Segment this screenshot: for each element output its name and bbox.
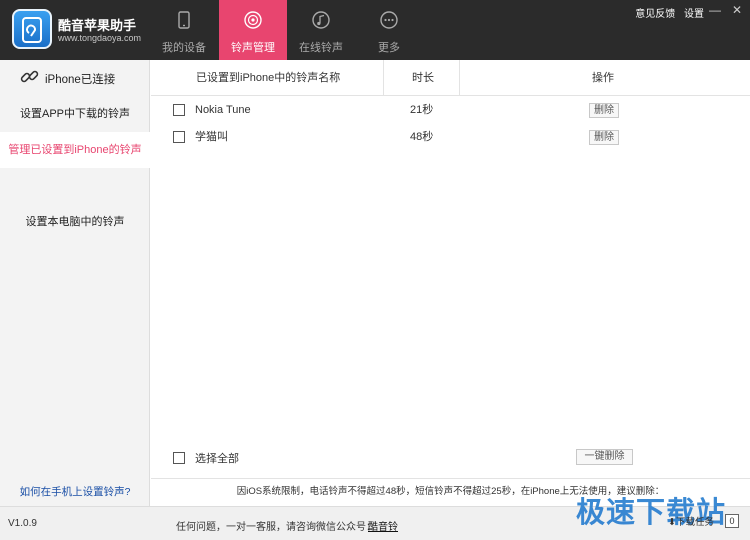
connection-status: iPhone已连接 — [0, 60, 150, 94]
contact-text: 任何问题，一对一客服，请咨询微信公众号： — [176, 522, 376, 533]
header-action: 操作 — [592, 72, 614, 84]
delete-button[interactable]: 删除 — [589, 103, 619, 118]
ringtone-name: Nokia Tune — [195, 104, 251, 116]
tab-more[interactable]: 更多 — [355, 0, 423, 60]
close-button[interactable]: ✕ — [730, 3, 744, 17]
sidebar: iPhone已连接 设置APP中下载的铃声 管理已设置到iPhone的铃声 设置… — [0, 60, 150, 506]
tab-my-device[interactable]: 我的设备 — [150, 0, 218, 60]
delete-button[interactable]: 删除 — [589, 130, 619, 145]
link-icon — [20, 70, 39, 83]
row-checkbox[interactable] — [173, 131, 185, 143]
sidebar-item-manage-ringtones[interactable]: 管理已设置到iPhone的铃声 — [0, 132, 150, 168]
select-all-checkbox[interactable] — [173, 452, 185, 464]
table-header: 已设置到iPhone中的铃声名称 时长 操作 — [151, 60, 750, 96]
settings-link[interactable]: 设置 — [684, 9, 704, 20]
table-row: Nokia Tune 21秒 删除 — [151, 97, 750, 124]
tab-label: 在线铃声 — [299, 42, 343, 54]
table-row: 学猫叫 48秒 删除 — [151, 124, 750, 151]
version-label: V1.0.9 — [8, 518, 37, 529]
ringtone-duration: 48秒 — [410, 131, 434, 143]
select-all-label: 选择全部 — [195, 453, 239, 465]
tab-label: 铃声管理 — [231, 42, 275, 54]
help-link[interactable]: 如何在手机上设置铃声? — [0, 484, 150, 499]
delete-all-button[interactable]: 一键删除 — [576, 449, 633, 465]
ringtone-name: 学猫叫 — [195, 131, 228, 143]
music-note-icon — [312, 11, 330, 29]
download-tasks[interactable]: ⬇下载任务 — [668, 514, 714, 528]
app-title: 酷音苹果助手 — [58, 18, 137, 33]
download-label: 下载任务 — [675, 517, 714, 528]
select-all-bar: 选择全部 一键删除 — [151, 446, 750, 472]
phone-icon — [178, 11, 190, 29]
download-count: 0 — [725, 514, 739, 528]
logo-phone-icon — [22, 17, 42, 43]
download-icon: ⬇ — [668, 517, 676, 528]
connection-label: iPhone已连接 — [45, 74, 116, 86]
sidebar-item-local-ringtones[interactable]: 设置本电脑中的铃声 — [0, 204, 150, 240]
app-url: www.tongdaoya.com — [58, 33, 142, 43]
feedback-link[interactable]: 意见反馈 — [635, 9, 675, 20]
tab-ringtone-manage[interactable]: 铃声管理 — [219, 0, 287, 60]
tab-label: 更多 — [378, 42, 400, 54]
header-divider — [459, 60, 460, 96]
header-duration: 时长 — [412, 72, 434, 84]
top-links: 意见反馈 设置 — [629, 5, 704, 20]
header-divider — [383, 60, 384, 96]
more-dots-icon — [380, 11, 398, 29]
sidebar-item-app-ringtones[interactable]: 设置APP中下载的铃声 — [0, 96, 150, 132]
tab-label: 我的设备 — [162, 42, 206, 54]
app-logo — [12, 9, 52, 49]
minimize-button[interactable]: — — [708, 3, 722, 17]
main-panel: 已设置到iPhone中的铃声名称 时长 操作 Nokia Tune 21秒 删除… — [151, 60, 750, 506]
ringtone-icon — [244, 11, 262, 29]
title-bar: 酷音苹果助手 www.tongdaoya.com 我的设备 铃声管理 在线铃声 — [0, 0, 750, 60]
header-name: 已设置到iPhone中的铃声名称 — [196, 72, 341, 84]
wechat-link[interactable]: 酷音铃 — [368, 518, 398, 533]
ringtone-duration: 21秒 — [410, 104, 434, 116]
row-checkbox[interactable] — [173, 104, 185, 116]
tab-online-ringtone[interactable]: 在线铃声 — [287, 0, 355, 60]
